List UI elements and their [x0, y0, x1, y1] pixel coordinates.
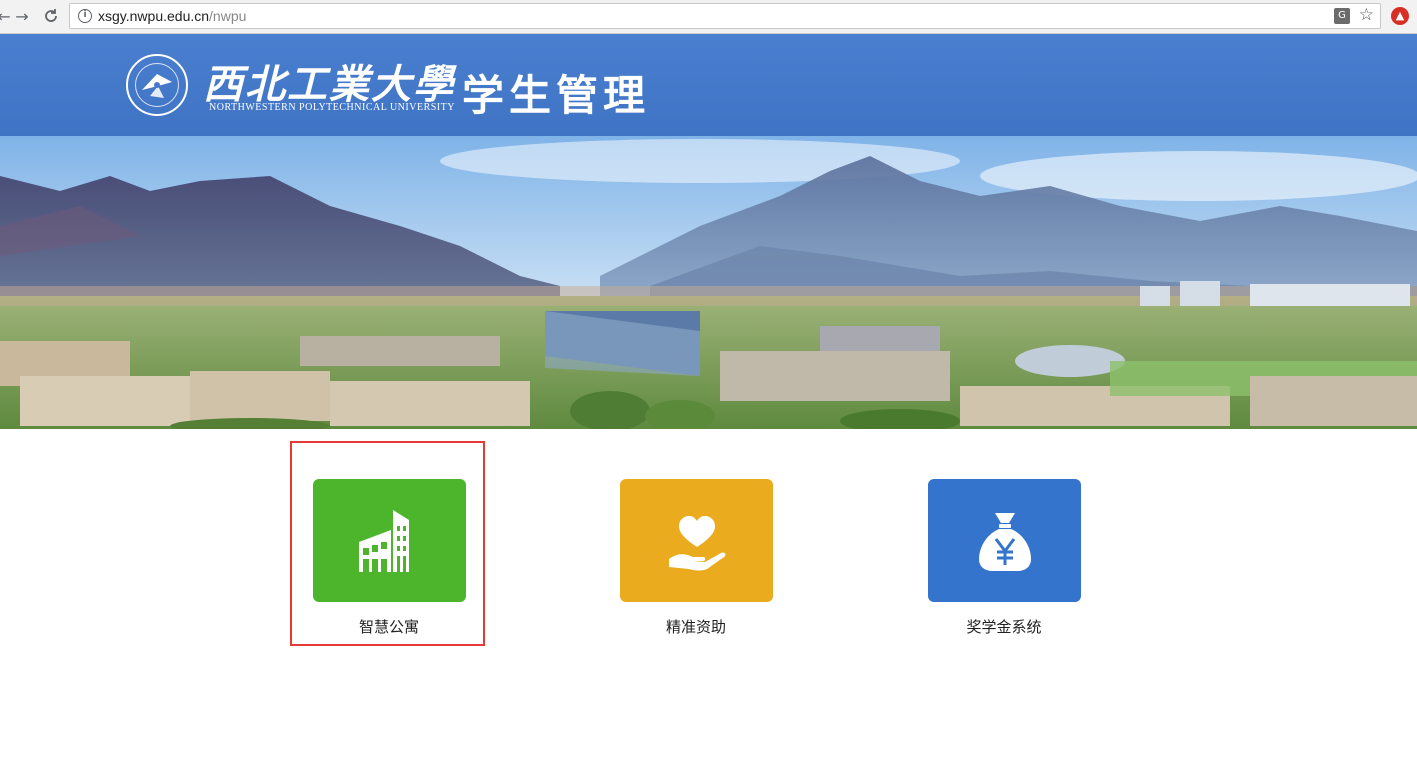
precision-aid-tile[interactable] — [620, 479, 773, 602]
campus-banner-image — [0, 136, 1417, 429]
money-bag-yen-icon — [978, 512, 1031, 571]
page-title: 学生管理 — [462, 71, 651, 120]
smart-apartment-label[interactable]: 智慧公寓 — [289, 616, 489, 637]
smart-apartment-tile[interactable] — [313, 479, 466, 602]
building-icon — [358, 509, 409, 572]
site-info-icon[interactable]: i — [78, 9, 92, 23]
university-name-en: NORTHWESTERN POLYTECHNICAL UNIVERSITY — [209, 102, 455, 113]
url-host: xsgy.nwpu.edu.cn — [98, 8, 210, 24]
reload-icon[interactable] — [41, 6, 61, 26]
browser-toolbar: ← → i xsgy.nwpu.edu.cn/nwpu G ☆ ▲ — [0, 0, 1417, 34]
url-text[interactable]: xsgy.nwpu.edu.cn/nwpu — [98, 8, 246, 24]
url-path: /nwpu — [209, 8, 247, 24]
heart-hand-icon — [668, 515, 725, 570]
forward-arrow-icon[interactable]: → — [12, 6, 32, 26]
scholarship-system-tile[interactable] — [928, 479, 1081, 602]
precision-aid-label[interactable]: 精准资助 — [596, 616, 796, 637]
translate-icon[interactable]: G — [1334, 8, 1350, 24]
university-seal-icon — [126, 54, 188, 116]
address-bar[interactable]: i xsgy.nwpu.edu.cn/nwpu G ☆ — [69, 3, 1381, 29]
extension-icon[interactable]: ▲ — [1391, 7, 1409, 25]
bookmark-star-icon[interactable]: ☆ — [1359, 5, 1374, 25]
site-header: 西北工業大學 NORTHWESTERN POLYTECHNICAL UNIVER… — [0, 34, 1417, 136]
scholarship-system-label[interactable]: 奖学金系统 — [904, 616, 1104, 637]
